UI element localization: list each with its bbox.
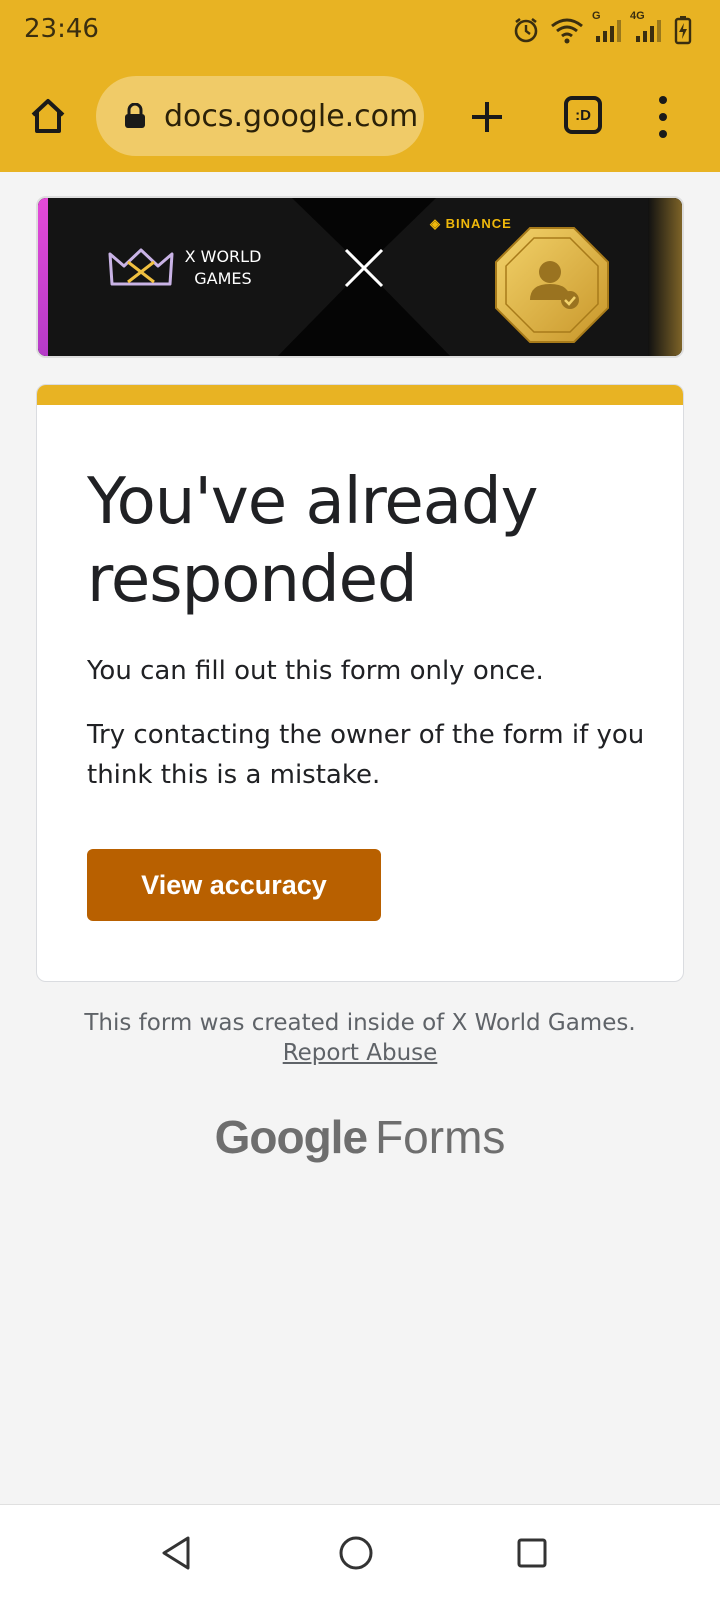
nav-home-button[interactable]	[334, 1531, 378, 1575]
back-icon	[162, 1536, 190, 1570]
menu-dot	[659, 96, 667, 104]
contact-owner-hint: Try contacting the owner of the form if …	[87, 720, 645, 790]
network-label-4g: 4G	[630, 10, 645, 22]
brand-line-1: X WORLD	[184, 247, 262, 266]
page-title: You've already responded	[87, 465, 539, 617]
browser-home-button[interactable]	[22, 90, 74, 142]
status-bar: 23:46 G 4G	[0, 0, 720, 62]
status-time: 23:46	[24, 14, 99, 44]
network-label-g: G	[592, 10, 601, 22]
browser-toolbar: docs.google.com :D	[0, 70, 720, 164]
browser-menu-button[interactable]	[648, 92, 678, 142]
card-accent-bar	[37, 385, 683, 405]
logo-forms-text: Forms	[375, 1111, 506, 1163]
lock-icon	[124, 103, 146, 129]
status-icons: G 4G	[512, 10, 692, 46]
url-text: docs.google.com	[164, 98, 419, 134]
browser-chrome: 23:46 G 4G docs.google.com:D	[0, 0, 720, 172]
collab-x-icon	[344, 248, 384, 288]
nav-back-button[interactable]	[154, 1531, 198, 1575]
view-accuracy-button[interactable]: View accuracy	[87, 849, 381, 921]
menu-dot	[659, 113, 667, 121]
form-header-banner: X WORLD GAMES ◈ BINANCE	[36, 196, 684, 358]
alarm-icon	[512, 16, 540, 44]
system-nav-bar	[0, 1504, 720, 1600]
home-circle-icon	[339, 1536, 373, 1570]
menu-dot	[659, 130, 667, 138]
home-icon	[31, 99, 65, 133]
logo-google-text: Google	[214, 1111, 368, 1163]
wifi-icon	[550, 16, 584, 44]
report-abuse-link[interactable]: Report Abuse	[0, 1040, 720, 1066]
response-card: You've already responded You can fill ou…	[36, 384, 684, 982]
brand-line-2: GAMES	[194, 269, 252, 288]
plus-icon	[472, 102, 502, 132]
address-bar[interactable]: docs.google.com	[96, 76, 424, 156]
signal-g-icon: G	[592, 10, 624, 44]
nav-recents-button[interactable]	[510, 1531, 554, 1575]
new-tab-button[interactable]	[462, 92, 512, 142]
x-world-games-label: X WORLD GAMES	[178, 246, 268, 290]
google-forms-logo[interactable]: Google Forms	[0, 1110, 720, 1164]
x-world-games-logo	[108, 248, 174, 286]
verified-badge-icon	[495, 227, 609, 343]
created-inside-text: This form was created inside of X World …	[84, 1010, 636, 1036]
once-only-message: You can fill out this form only once.	[87, 656, 544, 686]
signal-4g-icon: 4G	[630, 10, 664, 44]
binance-diamond-icon: ◈	[430, 216, 446, 231]
recents-icon	[517, 1538, 547, 1568]
battery-charging-icon	[674, 15, 692, 45]
tab-switcher-button[interactable]: :D	[564, 96, 602, 134]
